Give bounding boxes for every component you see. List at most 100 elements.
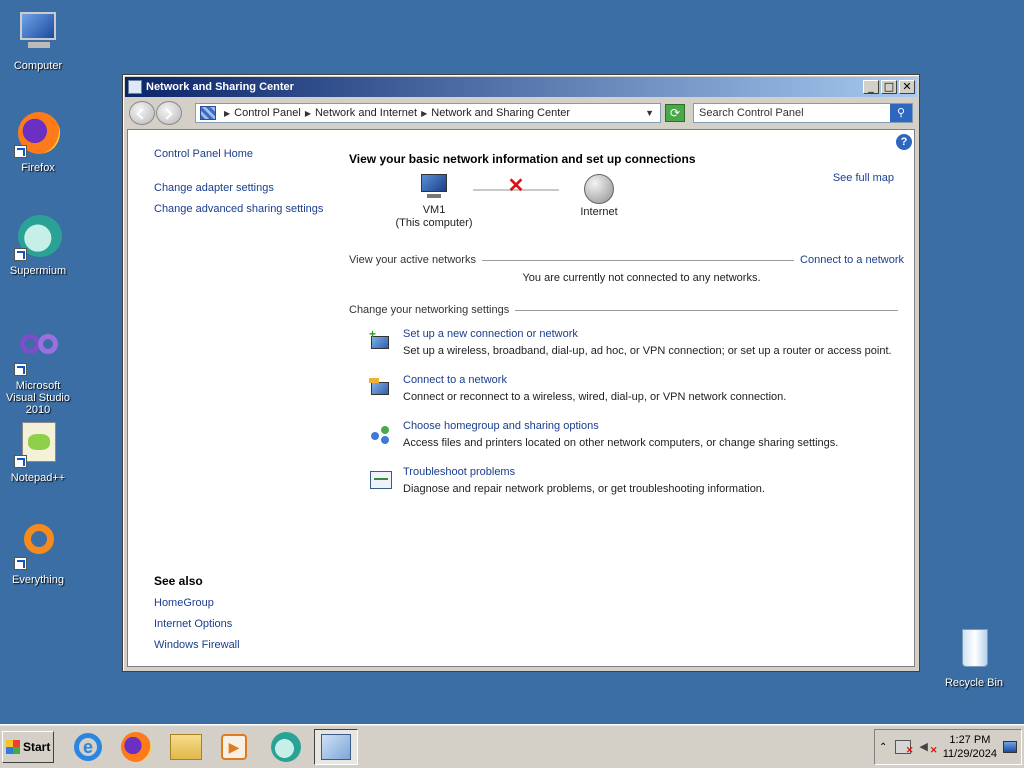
see-also-section: See also HomeGroup Internet Options Wind… bbox=[154, 574, 240, 660]
taskbar-media-player[interactable]: ▶ bbox=[212, 729, 256, 765]
task-title[interactable]: Set up a new connection or network bbox=[403, 328, 892, 340]
shortcut-arrow-icon bbox=[14, 248, 27, 261]
address-dropdown-icon[interactable]: ▼ bbox=[645, 108, 654, 118]
desktop-icon-visual-studio[interactable]: Microsoft Visual Studio 2010 bbox=[0, 328, 76, 416]
network-map: VM1 (This computer) ✕ Internet bbox=[349, 174, 904, 234]
active-networks-label: View your active networks bbox=[349, 254, 476, 266]
taskbar-explorer[interactable] bbox=[164, 729, 208, 765]
computer-name: VM1 bbox=[422, 204, 446, 216]
supermium-icon bbox=[14, 213, 62, 261]
task-new-connection[interactable]: + Set up a new connection or network Set… bbox=[369, 328, 904, 357]
start-button[interactable]: Start bbox=[2, 731, 54, 763]
show-hidden-icons-icon[interactable]: ⌃ bbox=[879, 742, 887, 753]
maximize-button[interactable]: □ bbox=[881, 80, 897, 94]
page-heading: View your basic network information and … bbox=[349, 152, 696, 166]
desktop-icon-label: Supermium bbox=[9, 265, 67, 277]
address-bar[interactable]: ▶ Control Panel ▶ Network and Internet ▶… bbox=[195, 103, 661, 123]
task-troubleshoot[interactable]: Troubleshoot problems Diagnose and repai… bbox=[369, 466, 904, 495]
desktop-icon-label: Everything bbox=[12, 574, 64, 586]
task-title[interactable]: Troubleshoot problems bbox=[403, 466, 765, 478]
folder-icon bbox=[170, 734, 202, 760]
supermium-icon bbox=[271, 732, 301, 762]
shortcut-arrow-icon bbox=[14, 557, 27, 570]
desktop-icon-supermium[interactable]: Supermium bbox=[0, 213, 76, 277]
volume-muted-icon[interactable]: ◀ ✕ bbox=[919, 740, 937, 755]
refresh-button[interactable]: ⟳ bbox=[665, 104, 685, 122]
everything-icon bbox=[14, 522, 62, 570]
close-button[interactable]: ✕ bbox=[899, 80, 915, 94]
back-button[interactable] bbox=[129, 101, 155, 125]
title-bar[interactable]: Network and Sharing Center _ □ ✕ bbox=[125, 77, 917, 97]
task-description: Set up a wireless, broadband, dial-up, a… bbox=[403, 345, 892, 357]
internet-explorer-icon: e bbox=[74, 733, 102, 761]
desktop-icon-computer[interactable]: Computer bbox=[0, 8, 76, 72]
troubleshoot-icon bbox=[369, 468, 393, 492]
task-description: Access files and printers located on oth… bbox=[403, 437, 839, 449]
search-icon[interactable]: ⚲ bbox=[890, 104, 912, 122]
media-player-icon: ▶ bbox=[221, 734, 247, 760]
computer-subtitle: (This computer) bbox=[395, 217, 473, 229]
desktop-icon-notepadpp[interactable]: Notepad++ bbox=[0, 420, 76, 484]
desktop-icon-label: Computer bbox=[13, 60, 63, 72]
taskbar-network-center[interactable] bbox=[314, 729, 358, 765]
change-settings-label: Change your networking settings bbox=[349, 304, 510, 316]
taskbar-internet-explorer[interactable]: e bbox=[66, 729, 110, 765]
window-title: Network and Sharing Center bbox=[146, 81, 294, 93]
desktop-icon-label: Firefox bbox=[21, 162, 55, 174]
see-also-heading: See also bbox=[154, 574, 203, 588]
search-input[interactable]: Search Control Panel bbox=[694, 107, 890, 119]
network-sharing-window: Network and Sharing Center _ □ ✕ ▶ Contr… bbox=[122, 74, 920, 672]
system-tray: ⌃ ✕ ◀ ✕ 1:27 PM 11/29/2024 bbox=[874, 729, 1022, 765]
connect-network-icon bbox=[369, 376, 393, 400]
change-adapter-settings-link[interactable]: Change adapter settings bbox=[154, 182, 334, 194]
homegroup-link[interactable]: HomeGroup bbox=[154, 597, 240, 609]
minimize-button[interactable]: _ bbox=[863, 80, 879, 94]
shortcut-arrow-icon bbox=[14, 363, 27, 376]
breadcrumb-arrow-icon[interactable]: ▶ bbox=[421, 109, 427, 118]
help-icon[interactable]: ? bbox=[896, 134, 912, 150]
firefox-icon bbox=[14, 110, 62, 158]
desktop-icon-recycle-bin[interactable]: Recycle Bin bbox=[936, 625, 1012, 689]
desktop-icon-everything[interactable]: Everything bbox=[0, 522, 76, 586]
task-connect-network[interactable]: Connect to a network Connect or reconnec… bbox=[369, 374, 904, 403]
shortcut-arrow-icon bbox=[14, 145, 27, 158]
notepadpp-icon bbox=[14, 420, 62, 468]
navigation-bar: ▶ Control Panel ▶ Network and Internet ▶… bbox=[125, 99, 917, 127]
active-networks-header: View your active networks Connect to a n… bbox=[349, 254, 904, 266]
taskbar-firefox[interactable] bbox=[114, 729, 158, 765]
task-description: Connect or reconnect to a wireless, wire… bbox=[403, 391, 787, 403]
clock[interactable]: 1:27 PM 11/29/2024 bbox=[943, 733, 997, 761]
change-advanced-sharing-link[interactable]: Change advanced sharing settings bbox=[154, 203, 334, 215]
change-settings-header: Change your networking settings bbox=[349, 304, 904, 316]
disconnected-x-icon[interactable]: ✕ bbox=[506, 176, 526, 196]
internet-options-link[interactable]: Internet Options bbox=[154, 618, 240, 630]
desktop-icon-firefox[interactable]: Firefox bbox=[0, 110, 76, 174]
main-pane: ? View your basic network information an… bbox=[349, 134, 912, 512]
connect-to-network-link[interactable]: Connect to a network bbox=[800, 254, 904, 266]
internet-node[interactable]: Internet bbox=[569, 174, 629, 219]
left-task-pane: Control Panel Home Change adapter settin… bbox=[154, 148, 334, 215]
task-homegroup[interactable]: Choose homegroup and sharing options Acc… bbox=[369, 420, 904, 449]
internet-label: Internet bbox=[580, 206, 618, 218]
search-box[interactable]: Search Control Panel ⚲ bbox=[693, 103, 913, 123]
show-desktop-icon[interactable] bbox=[1003, 741, 1017, 753]
this-computer-node[interactable]: VM1 (This computer) bbox=[389, 174, 479, 230]
desktop-icon-label: Microsoft Visual Studio 2010 bbox=[5, 380, 70, 416]
breadcrumb-control-panel[interactable]: Control Panel bbox=[234, 107, 301, 119]
forward-button[interactable] bbox=[156, 101, 182, 125]
firefox-icon bbox=[121, 732, 151, 762]
task-title[interactable]: Choose homegroup and sharing options bbox=[403, 420, 838, 432]
breadcrumb-arrow-icon[interactable]: ▶ bbox=[305, 109, 311, 118]
task-list: + Set up a new connection or network Set… bbox=[369, 328, 904, 495]
windows-firewall-link[interactable]: Windows Firewall bbox=[154, 639, 240, 651]
visual-studio-icon bbox=[14, 328, 62, 376]
computer-icon bbox=[14, 8, 62, 56]
network-status-icon[interactable]: ✕ bbox=[895, 740, 913, 755]
taskbar-supermium[interactable] bbox=[264, 729, 308, 765]
breadcrumb-arrow-icon[interactable]: ▶ bbox=[224, 109, 230, 118]
breadcrumb-network-internet[interactable]: Network and Internet bbox=[315, 107, 417, 119]
breadcrumb-network-sharing[interactable]: Network and Sharing Center bbox=[431, 107, 570, 119]
task-title[interactable]: Connect to a network bbox=[403, 374, 786, 386]
control-panel-home-link[interactable]: Control Panel Home bbox=[154, 148, 334, 160]
taskbar: Start e ▶ ⌃ ✕ ◀ ✕ 1:27 PM 11/29/2024 bbox=[0, 724, 1024, 768]
